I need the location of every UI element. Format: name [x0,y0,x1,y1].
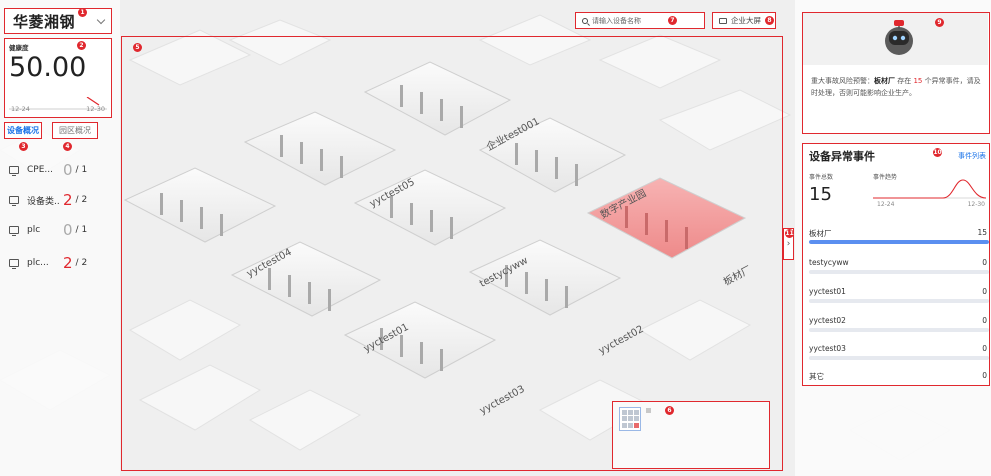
event-row-count: 15 [977,228,987,237]
minimap-cell [628,416,633,422]
device-total: / 1 [75,225,88,235]
alert-factory[interactable]: 板材厂 [874,77,895,85]
device-name: CPE... [27,165,53,175]
minimap-cell [622,422,627,428]
annotation-marker-4: 4 [63,142,72,151]
device-total: / 2 [75,195,88,205]
annotation-marker-2: 2 [77,41,86,50]
event-row[interactable]: 板材厂 15 [809,228,989,256]
monitor-icon [9,226,19,236]
annotation-marker-5: 5 [133,43,142,52]
events-list-link[interactable]: 事件列表 [958,151,986,161]
event-row[interactable]: yyctest01 0 [809,287,989,315]
minimap-cell [628,410,633,415]
event-row-name: 板材厂 [809,229,832,238]
search-icon [582,17,588,24]
device-row[interactable]: plc... 2 / 2 [9,254,114,272]
minimap-cell [634,416,639,422]
minimap-cell [628,422,633,428]
abnormal-events-card: 设备异常事件 事件列表 事件总数 事件趋势 15 12-24 12-30 板材厂… [802,143,990,386]
monitor-icon [9,259,19,269]
minimap-grid[interactable] [619,407,641,431]
device-abnormal-count: 2 [63,191,73,209]
company-selector[interactable]: 华菱湘钢 [4,8,112,34]
device-total: / 2 [75,258,88,268]
event-row-bar-fill [809,240,989,244]
annotation-marker-8: 8 [765,16,774,25]
monitor-icon [9,196,19,206]
event-row[interactable]: yyctest03 0 [809,344,989,372]
event-row-bar [809,240,989,244]
chevron-right-icon: › [786,239,791,249]
health-x-start: 12-24 [11,105,30,113]
minimap-cell-alert [634,422,639,428]
device-search-input[interactable]: 请输入设备名称 [575,12,705,29]
device-name: 设备类... [27,196,59,207]
health-x-end: 12-30 [86,105,105,113]
alert-mid: 存在 [895,77,914,85]
event-row-count: 0 [982,258,987,267]
event-row-count: 0 [982,344,987,353]
tab-device-overview[interactable]: 设备概况 [4,122,42,139]
device-abnormal-count: 2 [63,254,73,272]
annotation-marker-3: 3 [19,142,28,151]
monitor-icon [9,166,19,176]
screen-icon [719,17,727,24]
minimap-cell [622,416,627,422]
minimap[interactable] [612,401,770,469]
events-total-label: 事件总数 [809,174,834,181]
event-row-count: 0 [982,316,987,325]
tab-park-overview[interactable]: 园区概况 [52,122,98,139]
annotation-marker-7: 7 [668,16,677,25]
device-name: plc... [27,258,49,268]
event-row-name: yyctest03 [809,344,846,353]
search-placeholder: 请输入设备名称 [592,16,641,25]
events-x-end: 12-30 [967,201,985,208]
event-row-name: yyctest01 [809,287,846,296]
event-row-name: yyctest02 [809,316,846,325]
event-row-bar [809,356,989,360]
event-row-bar [809,299,989,303]
annotation-marker-9: 9 [935,18,944,27]
health-card: 健康度 50.00 12-24 12-30 [4,38,112,118]
annotation-marker-11: 11 [785,229,794,238]
event-row-bar [809,328,989,332]
robot-icon [885,20,913,55]
annotation-marker-10: 10 [933,148,942,157]
health-value: 50.00 [9,52,87,83]
risk-alert-card: 重大事故风险预警：板材厂 存在 15 个异常事件，请及时处理，否则可能影响企业生… [802,12,990,134]
device-total: / 1 [75,165,88,175]
event-row-bar [809,270,989,274]
alert-message: 重大事故风险预警：板材厂 存在 15 个异常事件，请及时处理，否则可能影响企业生… [811,75,981,99]
event-row-count: 0 [982,287,987,296]
events-x-start: 12-24 [877,201,895,208]
event-row-name: testycyww [809,258,849,267]
minimap-extra [646,408,651,413]
event-row[interactable]: testycyww 0 [809,258,989,286]
minimap-cell [634,410,639,415]
annotation-marker-1: 1 [78,8,87,17]
annotation-marker-6: 6 [665,406,674,415]
device-abnormal-count: 0 [63,161,73,179]
event-row[interactable]: yyctest02 0 [809,316,989,344]
event-row-count: 0 [982,371,987,380]
device-name: plc [27,225,41,235]
device-row[interactable]: CPE... 0 / 1 [9,161,114,179]
alert-prefix: 重大事故风险预警： [811,77,874,85]
device-abnormal-count: 0 [63,221,73,239]
events-trend-chart [873,179,987,199]
device-row[interactable]: plc 0 / 1 [9,221,114,239]
device-row[interactable]: 设备类... 2 / 2 [9,191,114,209]
chevron-down-icon [96,15,106,25]
event-row[interactable]: 其它 0 [809,371,989,399]
events-total: 15 [809,184,832,205]
minimap-cell [622,410,627,415]
event-row-name: 其它 [809,372,824,381]
health-label: 健康度 [9,44,29,52]
company-name: 华菱湘钢 [13,12,76,31]
enterprise-screen-label: 企业大屏 [731,16,761,25]
events-title: 设备异常事件 [809,150,875,163]
